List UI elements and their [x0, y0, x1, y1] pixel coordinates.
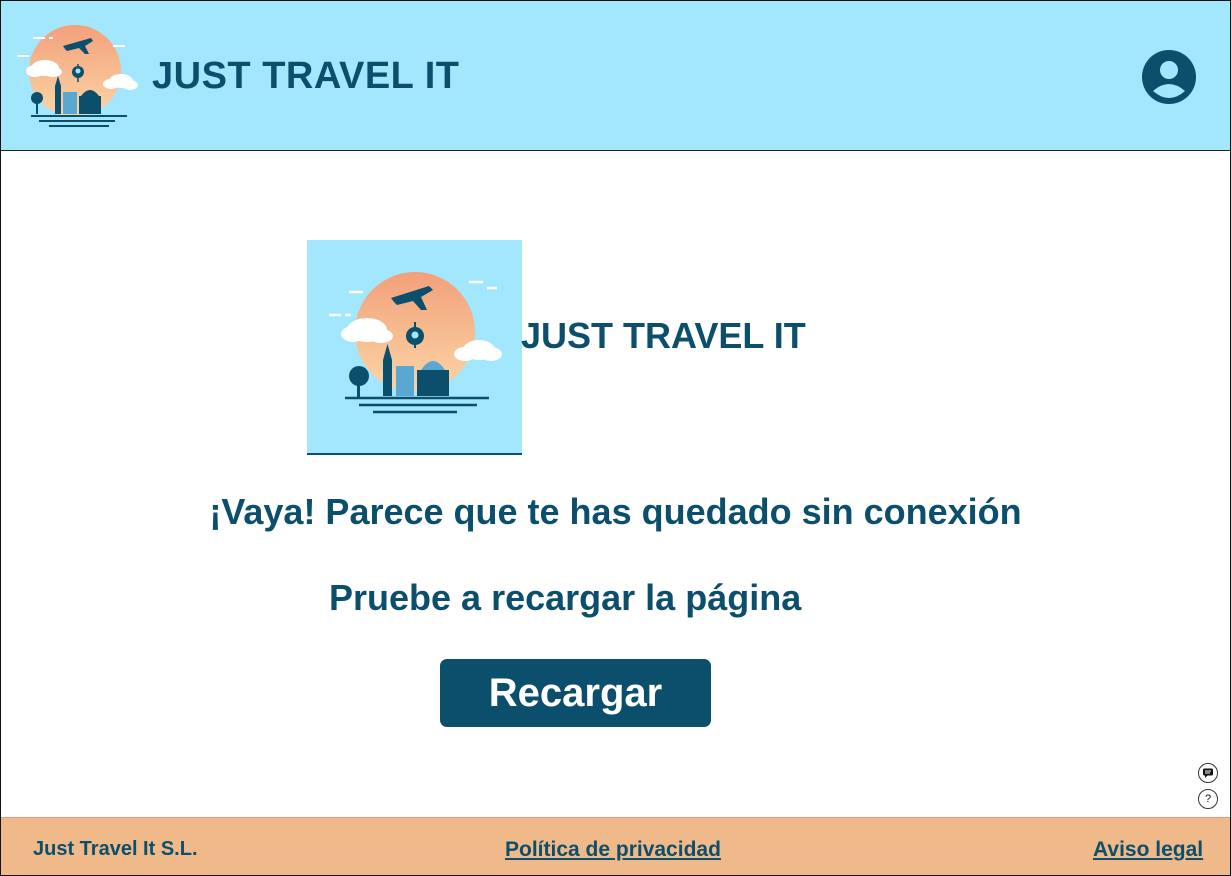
user-account-icon[interactable] [1141, 49, 1197, 105]
travel-logo-icon[interactable] [15, 16, 141, 134]
top-header: JUST TRAVEL IT [1, 1, 1230, 151]
reload-button[interactable]: Recargar [440, 659, 711, 727]
app-window: JUST TRAVEL IT JUST TRAVEL IT ¡Vaya! Par… [0, 0, 1231, 876]
brand-title: JUST TRAVEL IT [521, 315, 806, 356]
offline-message: ¡Vaya! Parece que te has quedado sin con… [1, 491, 1230, 533]
header-brand-title: JUST TRAVEL IT [152, 55, 460, 97]
privacy-policy-link[interactable]: Política de privacidad [505, 838, 721, 862]
brand-logo-image [307, 240, 522, 455]
reload-hint: Pruebe a recargar la página [329, 577, 802, 618]
legal-notice-link[interactable]: Aviso legal [1093, 838, 1203, 862]
offline-message-text: ¡Vaya! Parece que te has quedado sin con… [209, 491, 1022, 532]
chat-icon[interactable] [1198, 763, 1218, 783]
help-icon[interactable]: ? [1198, 789, 1218, 809]
footer: Just Travel It S.L. Política de privacid… [1, 817, 1230, 875]
footer-company: Just Travel It S.L. [33, 838, 198, 860]
